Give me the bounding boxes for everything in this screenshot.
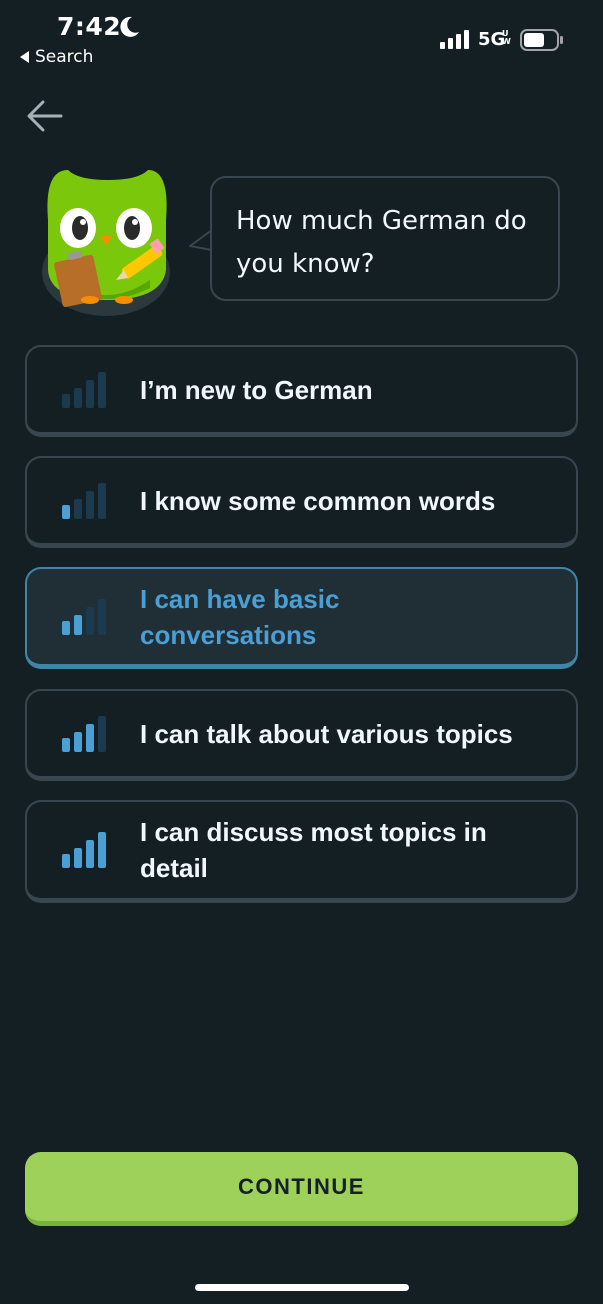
signal-bar [86,840,94,868]
signal-bar [62,854,70,868]
signal-bar [98,371,106,408]
network-superscript: UW [502,29,511,46]
signal-bar [62,504,70,519]
question-bubble: How much German do you know? [210,176,560,301]
signal-bars-icon [62,832,106,868]
signal-bar [74,614,82,635]
signal-bars-icon [62,715,106,752]
signal-bar [62,620,70,635]
signal-bar [62,737,70,752]
speech-bubble-tail [189,229,212,251]
signal-bars-icon [62,598,106,635]
option-common-words[interactable]: I know some common words [25,456,578,548]
signal-bar [86,490,94,519]
signal-bar [62,393,70,408]
continue-button[interactable]: CONTINUE [25,1152,578,1226]
back-to-search-link[interactable]: Search [20,47,93,67]
duo-owl-mascot [42,170,170,316]
signal-bar [86,606,94,635]
option-most-topics[interactable]: I can discuss most topics in detail [25,800,578,903]
option-new[interactable]: I’m new to German [25,345,578,437]
signal-bar [98,482,106,519]
option-basic-conversations[interactable]: I can have basic conversations [25,567,578,669]
option-label: I know some common words [140,485,496,516]
home-indicator[interactable] [195,1284,409,1291]
signal-bar [74,848,82,868]
signal-bar [74,498,82,519]
battery-icon [520,29,563,51]
question-text: How much German do you know? [236,206,527,279]
option-label: I can talk about various topics [140,718,513,749]
signal-bar [86,379,94,408]
status-time: 7:42 [57,12,122,41]
signal-icon [440,30,469,49]
back-app-label: Search [35,47,94,67]
signal-bar [74,387,82,408]
signal-bars-icon [62,371,106,408]
continue-label: CONTINUE [238,1173,365,1199]
signal-bar [98,715,106,752]
signal-bar [98,598,106,635]
back-triangle-icon [20,51,29,63]
option-label: I can discuss most topics in detail [140,817,487,883]
signal-bar [98,832,106,868]
back-arrow-icon[interactable] [26,98,64,134]
signal-bars-icon [62,482,106,519]
moon-icon [120,16,139,37]
network-sup-text: UW [502,29,511,46]
signal-bar [86,723,94,752]
option-various-topics[interactable]: I can talk about various topics [25,689,578,781]
option-label: I can have basic conversations [140,583,340,650]
option-label: I’m new to German [140,374,373,405]
signal-bar [74,731,82,752]
